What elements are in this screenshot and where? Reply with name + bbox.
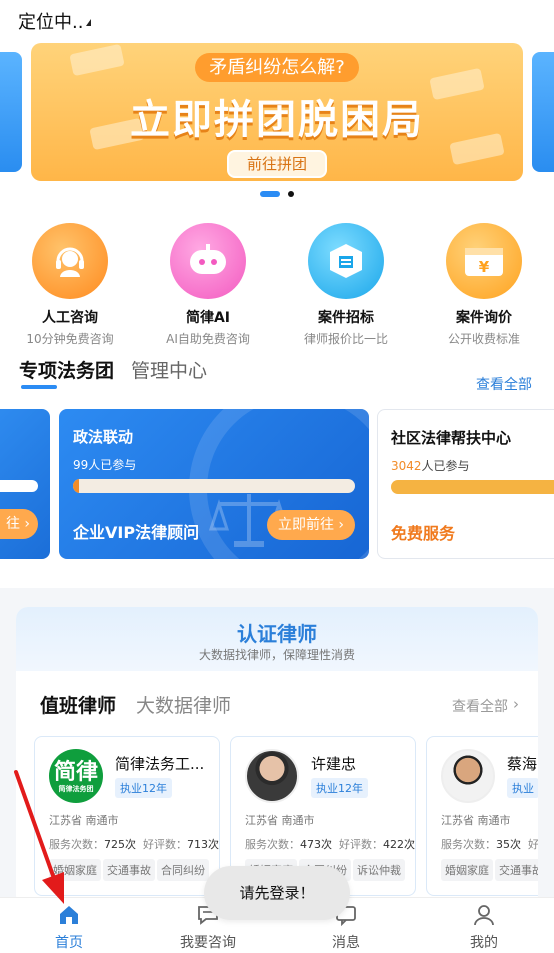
quick-action-label: 案件招标	[318, 310, 374, 326]
team-card-title: 政法联动	[73, 428, 134, 446]
certified-lawyers-section: 认证律师 大数据找律师，保障理性消费 值班律师 大数据律师 查看全部 › 简律简…	[16, 607, 538, 907]
lawyer-location: 江苏省 南通市	[245, 814, 315, 827]
location-dropdown-icon[interactable]	[86, 19, 91, 26]
banner-next-peek	[532, 52, 554, 172]
tab-label: 首页	[55, 935, 83, 951]
tab-label: 消息	[332, 935, 360, 951]
lawyer-name: 许建忠	[311, 755, 357, 773]
practice-tag: 交通事故	[495, 859, 538, 881]
lawyers-view-all-link[interactable]: 查看全部	[452, 696, 508, 716]
team-card-participants: 3042人已参与	[391, 459, 470, 473]
lawyer-name: 简律法务工...	[115, 755, 205, 773]
banner-prev-peek	[0, 52, 22, 172]
carousel-dot[interactable]	[288, 191, 294, 197]
lawyers-title: 认证律师	[237, 622, 317, 646]
team-progress-fill	[73, 479, 79, 493]
tab-bigdata-lawyers[interactable]: 大数据律师	[136, 691, 231, 718]
wallet-yen-icon: ¥	[446, 223, 522, 299]
lawyer-card[interactable]: 简律 简律法务团 简律法务工... 执业12年 江苏省 南通市 服务次数：725次…	[34, 736, 220, 896]
avatar: 简律 简律法务团	[49, 749, 103, 803]
tab-profile[interactable]: 我的	[429, 904, 539, 952]
lawyer-name: 蔡海	[507, 755, 538, 773]
tab-label: 我要咨询	[180, 935, 236, 951]
banner-slide[interactable]: 矛盾纠纷怎么解? 立即拼团脱困局 前往拼团	[31, 43, 523, 181]
lawyer-location: 江苏省 南通市	[49, 814, 119, 827]
banner-carousel[interactable]: 矛盾纠纷怎么解? 立即拼团脱困局 前往拼团	[0, 40, 554, 205]
toast-message: 请先登录！	[204, 866, 350, 920]
banner-join-button[interactable]: 前往拼团	[227, 150, 327, 178]
quick-action-desc: AI自助免费咨询	[166, 332, 250, 346]
quick-action-label: 简律AI	[185, 310, 231, 326]
banner-subtitle: 矛盾纠纷怎么解?	[31, 53, 523, 82]
team-card-community-help[interactable]: 社区法律帮扶中心 3042人已参与 免费服务	[377, 409, 554, 559]
practice-tag: 诉讼仲裁	[353, 859, 405, 881]
experience-badge: 执业	[507, 778, 538, 798]
tab-home[interactable]: 首页	[14, 904, 124, 952]
quick-action-label: 案件询价	[456, 310, 512, 326]
lawyer-stats: 服务次数：35次 好评	[441, 838, 538, 851]
quick-action-consult[interactable]: 人工咨询 10分钟免费咨询	[0, 223, 140, 347]
quick-action-label: 人工咨询	[42, 310, 98, 326]
lawyer-location: 江苏省 南通市	[441, 814, 511, 827]
quick-action-ai[interactable]: 简律AI AI自助免费咨询	[138, 223, 278, 347]
quick-actions: 人工咨询 10分钟免费咨询 简律AI AI自助免费咨询 案件招标 律师报价比一比…	[0, 205, 554, 348]
svg-text:¥: ¥	[479, 258, 490, 276]
legal-teams-section: 专项法务团 管理中心 查看全部 往 › 政法联动 99人已参与 企业VIP法律顾…	[0, 348, 554, 588]
practice-tag: 合同纠纷	[157, 859, 209, 881]
quick-action-desc: 公开收费标准	[447, 332, 520, 346]
team-card-button[interactable]: 往 ›	[0, 509, 38, 539]
practice-tag: 婚姻家庭	[441, 859, 493, 881]
lawyers-header: 认证律师 大数据找律师，保障理性消费	[16, 607, 538, 671]
chevron-right-icon[interactable]: ›	[513, 695, 519, 713]
tab-special-legal-team[interactable]: 专项法务团	[19, 356, 114, 389]
tab-duty-lawyers[interactable]: 值班律师	[40, 691, 116, 718]
lawyer-stats: 服务次数：725次 好评数：713次	[49, 838, 219, 851]
location-label[interactable]: 定位中..	[18, 8, 83, 34]
headset-icon	[32, 223, 108, 299]
team-progress-bar	[73, 479, 355, 493]
practice-tag: 交通事故	[103, 859, 155, 881]
team-card-go-button[interactable]: 立即前往 ›	[267, 510, 355, 540]
lawyer-card[interactable]: 蔡海 执业 江苏省 南通市 服务次数：35次 好评 婚姻家庭交通事故	[426, 736, 538, 896]
tab-label: 我的	[470, 935, 498, 951]
teams-view-all-link[interactable]: 查看全部	[476, 374, 532, 394]
team-progress-bar	[391, 480, 554, 494]
team-card-politics-law[interactable]: 政法联动 99人已参与 企业VIP法律顾问 立即前往 ›	[59, 409, 369, 559]
quick-action-quote[interactable]: ¥ 案件询价 公开收费标准	[414, 223, 554, 347]
lawyer-tags: 婚姻家庭 交通事故 合同纠纷	[49, 859, 211, 881]
quick-action-tender[interactable]: 案件招标 律师报价比一比	[276, 223, 416, 347]
experience-badge: 执业12年	[311, 778, 368, 798]
avatar	[441, 749, 495, 803]
experience-badge: 执业12年	[115, 778, 172, 798]
team-card-participants: 99人已参与	[73, 458, 137, 472]
avatar	[245, 749, 299, 803]
user-icon	[429, 904, 539, 926]
team-card-subtitle: 企业VIP法律顾问	[73, 523, 200, 542]
banner-title: 立即拼团脱困局	[130, 97, 424, 143]
team-progress-bar	[0, 480, 38, 492]
lawyer-tags: 婚姻家庭交通事故	[441, 859, 538, 881]
team-card-title: 社区法律帮扶中心	[391, 429, 512, 447]
top-bar: 定位中..	[0, 0, 554, 40]
home-icon	[14, 904, 124, 926]
team-card-free-label: 免费服务	[391, 524, 456, 543]
quick-action-desc: 10分钟免费咨询	[26, 332, 114, 346]
quick-action-desc: 律师报价比一比	[303, 332, 388, 346]
cube-box-icon	[308, 223, 384, 299]
ai-robot-icon	[170, 223, 246, 299]
practice-tag: 婚姻家庭	[49, 859, 101, 881]
team-card-partial[interactable]: 往 ›	[0, 409, 50, 559]
lawyers-subtitle: 大数据找律师，保障理性消费	[198, 648, 355, 662]
carousel-dot-active[interactable]	[260, 191, 280, 197]
lawyer-stats: 服务次数：473次 好评数：422次	[245, 838, 415, 851]
tab-management-center[interactable]: 管理中心	[131, 356, 207, 383]
